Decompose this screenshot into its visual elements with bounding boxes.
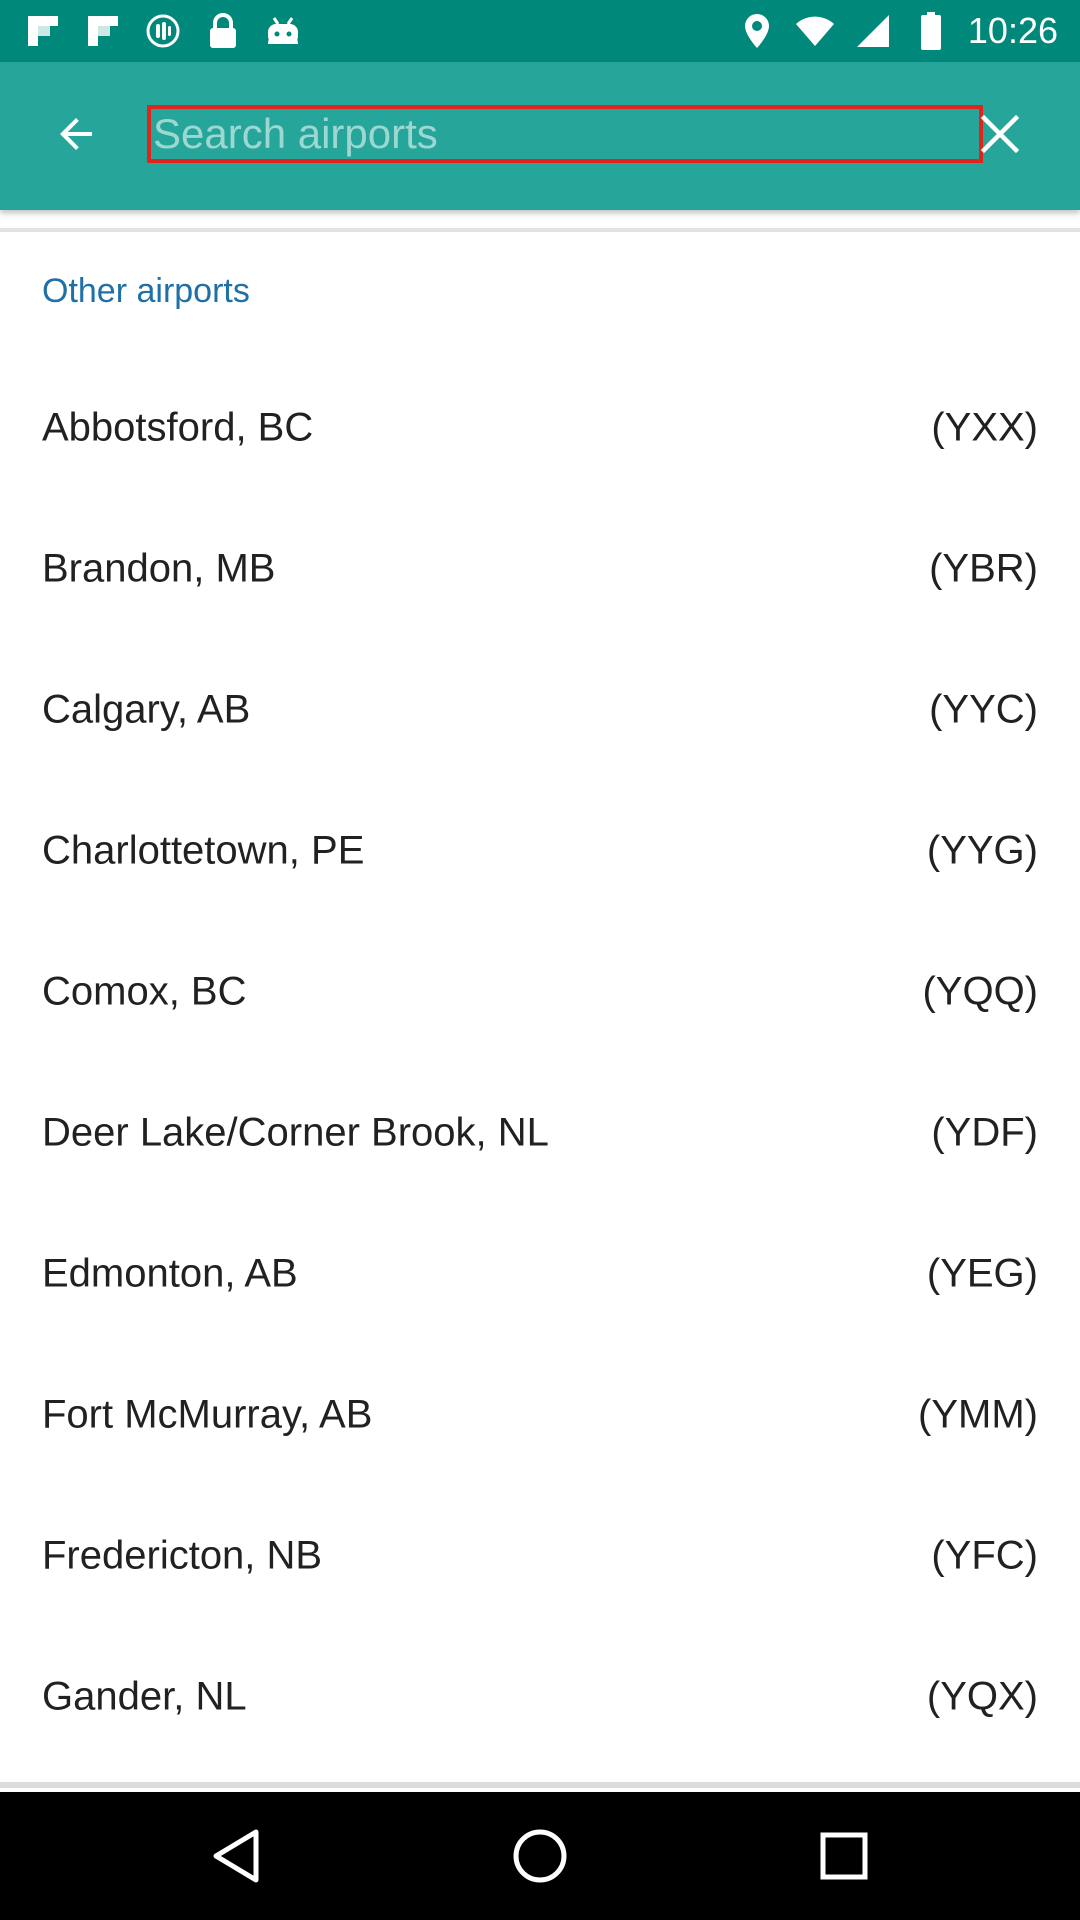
- airport-code: (YQX): [926, 1674, 1038, 1718]
- airport-row[interactable]: Abbotsford, BC (YXX): [0, 357, 1080, 498]
- divider: [0, 1782, 1080, 1788]
- airport-list: Abbotsford, BC (YXX) Brandon, MB (YBR) C…: [0, 357, 1080, 1767]
- airport-row[interactable]: Comox, BC (YQQ): [0, 921, 1080, 1062]
- home-circle-icon: [513, 1829, 567, 1883]
- airport-row[interactable]: Deer Lake/Corner Brook, NL (YDF): [0, 1062, 1080, 1203]
- system-status-icons: 10:26: [736, 0, 1058, 62]
- airport-code: (YFC): [931, 1533, 1038, 1577]
- flipboard-icon: [22, 10, 64, 52]
- recents-square-icon: [820, 1832, 868, 1880]
- android-icon: [262, 10, 304, 52]
- navigation-bar: [0, 1792, 1080, 1920]
- google-assistant-icon: [142, 10, 184, 52]
- airport-name: Abbotsford, BC: [42, 405, 314, 449]
- airport-code: (YBR): [929, 546, 1038, 590]
- section-header: Other airports: [42, 272, 250, 310]
- airport-row[interactable]: Fort McMurray, AB (YMM): [0, 1344, 1080, 1485]
- airport-row[interactable]: Gander, NL (YQX): [0, 1626, 1080, 1767]
- divider: [0, 228, 1080, 232]
- search-box: [147, 105, 983, 163]
- lock-icon: [202, 10, 244, 52]
- airport-code: (YYC): [929, 687, 1038, 731]
- airport-name: Brandon, MB: [42, 546, 276, 590]
- airport-name: Fort McMurray, AB: [42, 1392, 373, 1436]
- airport-row[interactable]: Charlottetown, PE (YYG): [0, 780, 1080, 921]
- nav-recents-button[interactable]: [804, 1816, 884, 1896]
- status-bar: 10:26: [0, 0, 1080, 62]
- airport-row[interactable]: Brandon, MB (YBR): [0, 498, 1080, 639]
- airport-name: Calgary, AB: [42, 687, 251, 731]
- airport-code: (YQQ): [922, 969, 1038, 1013]
- nav-home-button[interactable]: [500, 1816, 580, 1896]
- airport-name: Edmonton, AB: [42, 1251, 298, 1295]
- airport-row[interactable]: Edmonton, AB (YEG): [0, 1203, 1080, 1344]
- airport-row[interactable]: Calgary, AB (YYC): [0, 639, 1080, 780]
- back-button[interactable]: [36, 94, 116, 174]
- search-input[interactable]: [151, 109, 979, 159]
- airport-search-screen: 10:26 Other airports Abbotsford, BC (YXX…: [0, 0, 1080, 1920]
- toolbar: [0, 62, 1080, 210]
- nav-back-button[interactable]: [196, 1816, 276, 1896]
- airport-code: (YXX): [931, 405, 1038, 449]
- close-icon: [980, 114, 1020, 154]
- airport-name: Deer Lake/Corner Brook, NL: [42, 1110, 549, 1154]
- battery-icon: [910, 10, 952, 52]
- airport-row[interactable]: Fredericton, NB (YFC): [0, 1485, 1080, 1626]
- signal-icon: [852, 10, 894, 52]
- airport-name: Fredericton, NB: [42, 1533, 323, 1577]
- flipboard-icon: [82, 10, 124, 52]
- airport-code: (YEG): [926, 1251, 1038, 1295]
- airport-code: (YMM): [918, 1392, 1038, 1436]
- airport-name: Charlottetown, PE: [42, 828, 365, 872]
- airport-name: Gander, NL: [42, 1674, 247, 1718]
- back-triangle-icon: [213, 1829, 259, 1883]
- clock: 10:26: [967, 10, 1058, 51]
- wifi-icon: [794, 10, 836, 52]
- airport-name: Comox, BC: [42, 969, 247, 1013]
- arrow-back-icon: [60, 118, 92, 150]
- airport-code: (YDF): [931, 1110, 1038, 1154]
- location-pin-icon: [736, 10, 778, 52]
- notification-icons: [22, 0, 304, 62]
- airport-code: (YYG): [926, 828, 1038, 872]
- clear-search-button[interactable]: [960, 94, 1040, 174]
